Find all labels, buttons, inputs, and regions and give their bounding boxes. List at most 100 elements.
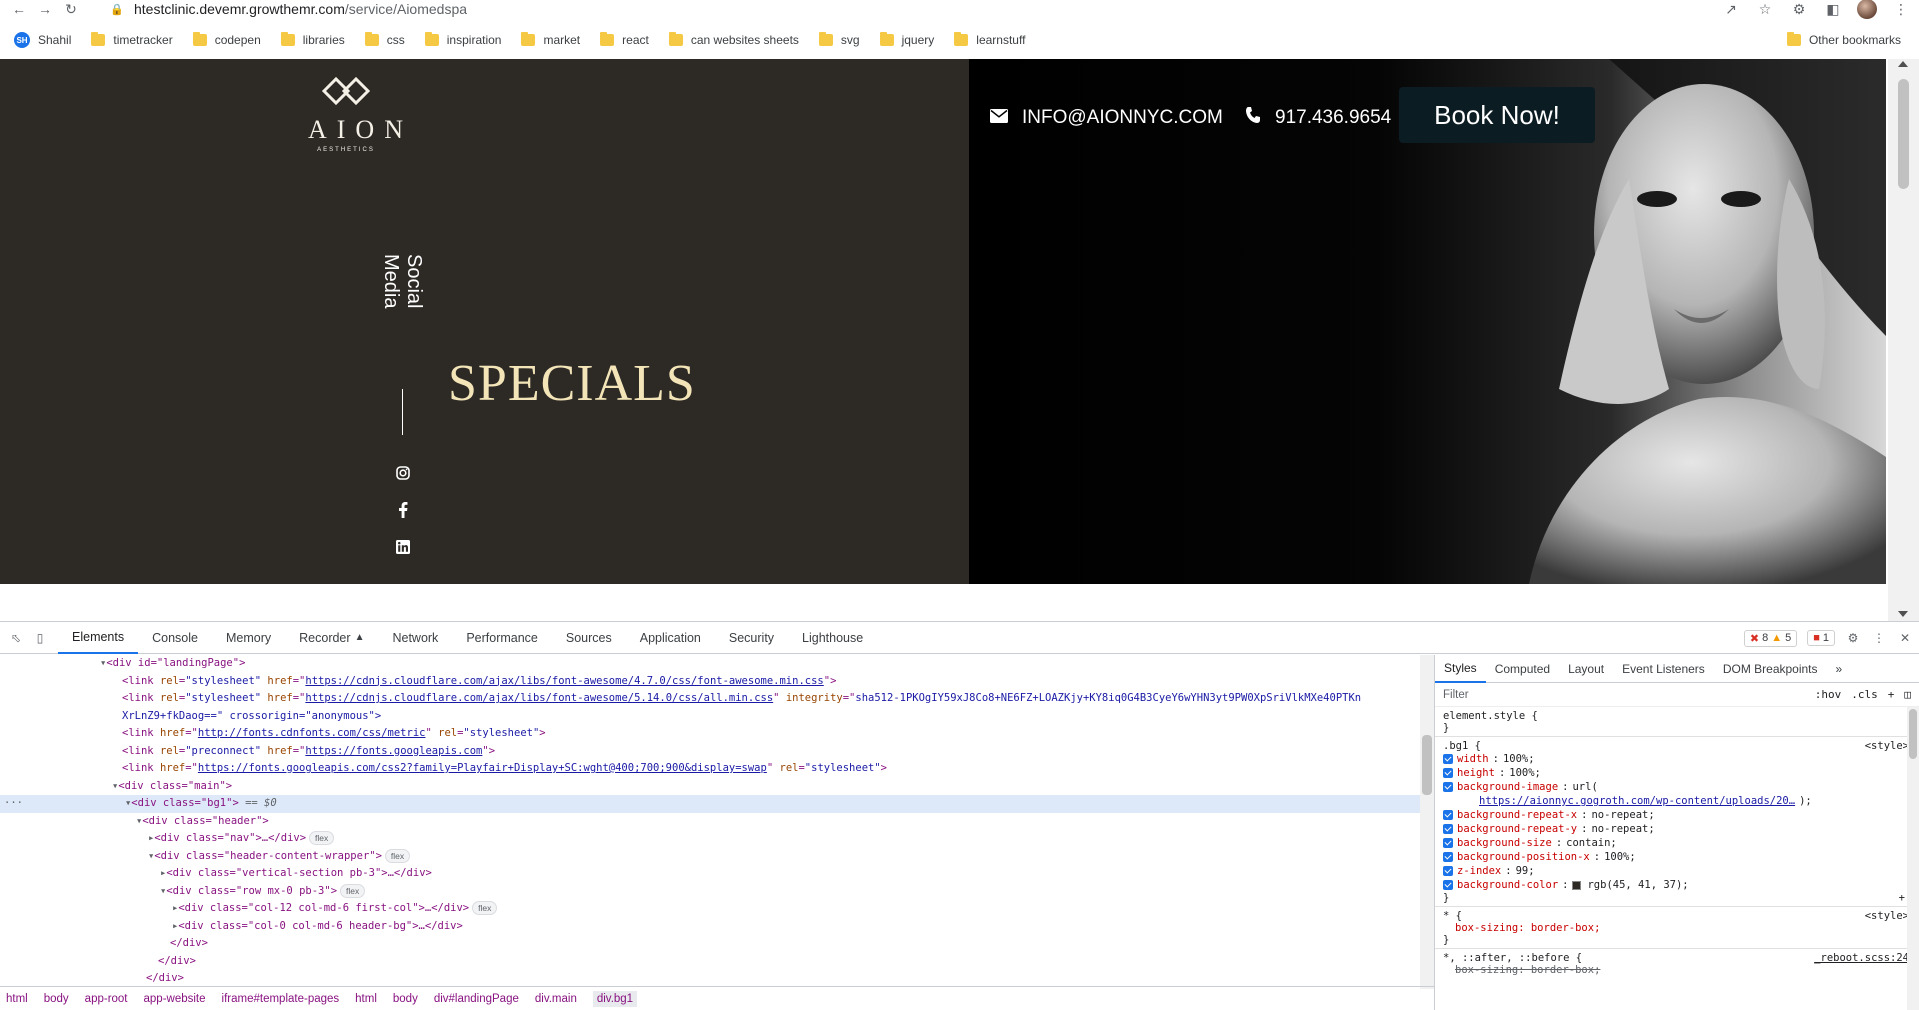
bookmark-libraries[interactable]: libraries (271, 28, 355, 52)
hov-toggle[interactable]: :hov (1815, 688, 1842, 701)
prop-value[interactable]: 100%; (1604, 850, 1636, 864)
dom-link[interactable]: https://fonts.googleapis.com/css2?family… (198, 762, 767, 774)
share-icon[interactable]: ↗ (1721, 0, 1741, 18)
dom-node[interactable]: </div> (0, 935, 1420, 953)
dom-node-selected[interactable]: ··· ▾<div class="bg1"> == $0 (0, 795, 1420, 813)
more-tabs-icon[interactable]: » (1827, 655, 1852, 683)
color-swatch[interactable] (1572, 880, 1582, 890)
prop-checkbox[interactable] (1443, 880, 1453, 890)
prop-name[interactable]: z-index (1457, 864, 1501, 878)
tab-console[interactable]: Console (138, 622, 212, 654)
dom-node[interactable]: XrLnZ9+fkDaog==" crossorigin="anonymous"… (0, 708, 1420, 726)
star-icon[interactable]: ☆ (1755, 0, 1775, 18)
prop-name[interactable]: background-image (1457, 780, 1558, 794)
tab-memory[interactable]: Memory (212, 622, 285, 654)
tab-sources[interactable]: Sources (552, 622, 626, 654)
issues-badge[interactable]: ■ 1 (1807, 630, 1835, 646)
prop-name[interactable]: background-size (1457, 836, 1552, 850)
tab-computed[interactable]: Computed (1486, 655, 1559, 683)
prop-value[interactable]: no-repeat; (1591, 808, 1654, 822)
bookmark-learnstuff[interactable]: learnstuff (944, 28, 1035, 52)
prop-name[interactable]: background-color (1457, 878, 1558, 892)
dom-node[interactable]: ▸<div class="col-12 col-md-6 first-col">… (0, 900, 1420, 918)
scroll-thumb[interactable] (1909, 709, 1917, 759)
bookmark-react[interactable]: react (590, 28, 659, 52)
tab-styles[interactable]: Styles (1435, 655, 1486, 683)
prop-checkbox[interactable] (1443, 768, 1453, 778)
dom-node[interactable]: ▾<div class="row mx-0 pb-3"> flex (0, 883, 1420, 901)
scroll-thumb[interactable] (1898, 79, 1909, 189)
error-warning-badge[interactable]: ✖ 8 ▲ 5 (1743, 629, 1798, 647)
settings-gear-icon[interactable]: ⚙ (1845, 630, 1861, 646)
tab-security[interactable]: Security (715, 622, 788, 654)
crumb-current[interactable]: div.bg1 (592, 990, 638, 1007)
dom-node[interactable]: </div> (0, 953, 1420, 971)
styles-filter[interactable]: Filter :hov .cls + ◫ (1435, 683, 1919, 707)
dom-node[interactable]: <link href="http://fonts.cdnfonts.com/cs… (0, 725, 1420, 743)
prop-value[interactable]: contain; (1566, 836, 1617, 850)
bookmark-svg[interactable]: svg (809, 28, 870, 52)
prop-value[interactable]: no-repeat; (1591, 822, 1654, 836)
rule-selector[interactable]: * { (1443, 910, 1911, 922)
menu-icon[interactable]: ⋮ (1891, 0, 1911, 18)
scroll-thumb[interactable] (1422, 735, 1432, 795)
reload-icon[interactable]: ↻ (62, 0, 80, 18)
prop-checkbox[interactable] (1443, 852, 1453, 862)
dom-link[interactable]: https://cdnjs.cloudflare.com/ajax/libs/f… (305, 692, 773, 704)
close-icon[interactable]: ✕ (1897, 630, 1913, 646)
inspect-element-icon[interactable]: ⬁ (8, 630, 24, 646)
phone-contact[interactable]: 917.436.9654 (1245, 104, 1391, 132)
dom-link[interactable]: https://cdnjs.cloudflare.com/ajax/libs/f… (305, 675, 823, 687)
prop-name[interactable]: background-repeat-y (1457, 822, 1577, 836)
tab-lighthouse[interactable]: Lighthouse (788, 622, 877, 654)
crumb[interactable]: div.main (535, 993, 577, 1005)
elements-scrollbar[interactable] (1420, 655, 1434, 989)
crumb[interactable]: div#landingPage (434, 993, 519, 1005)
tab-application[interactable]: Application (626, 622, 715, 654)
flex-badge[interactable]: flex (472, 901, 498, 915)
dom-node[interactable]: ▾<div id="landingPage"> (0, 655, 1420, 673)
flex-badge[interactable]: flex (309, 831, 335, 845)
tab-event-listeners[interactable]: Event Listeners (1613, 655, 1714, 683)
flex-badge[interactable]: flex (340, 883, 366, 898)
prop-name[interactable]: width (1457, 752, 1489, 766)
prop-name[interactable]: background-position-x (1457, 850, 1590, 864)
forward-icon[interactable]: → (36, 0, 54, 18)
tab-network[interactable]: Network (378, 622, 452, 654)
email-contact[interactable]: INFO@AIONNYC.COM (990, 104, 1223, 132)
prop-value[interactable]: 99; (1516, 864, 1535, 878)
prop-checkbox[interactable] (1443, 810, 1453, 820)
prop-checkbox[interactable] (1443, 782, 1453, 792)
page-scrollbar[interactable] (1888, 59, 1919, 621)
instagram-icon[interactable] (395, 465, 411, 481)
more-icon[interactable]: ··· (4, 797, 23, 809)
dom-node[interactable]: <link rel="preconnect" href="https://fon… (0, 743, 1420, 761)
dom-node[interactable]: <link rel="stylesheet" href="https://cdn… (0, 673, 1420, 691)
computed-sidebar-icon[interactable]: ◫ (1904, 688, 1911, 701)
css-prop[interactable]: box-sizing: border-box; (1443, 922, 1911, 934)
prop-value[interactable]: 100%; (1503, 752, 1535, 766)
side-panel-icon[interactable]: ◧ (1823, 0, 1843, 18)
bookmark-profile[interactable]: SH Shahil (0, 28, 81, 52)
filter-input[interactable]: Filter (1443, 689, 1469, 701)
prop-name[interactable]: height (1457, 766, 1495, 780)
bookmark-timetracker[interactable]: timetracker (81, 28, 182, 52)
bookmark-codepen[interactable]: codepen (183, 28, 271, 52)
dom-node[interactable]: <link href="https://fonts.googleapis.com… (0, 760, 1420, 778)
crumb[interactable]: body (44, 993, 69, 1005)
dom-node[interactable]: ▾<div class="header"> (0, 813, 1420, 831)
crumb[interactable]: iframe#template-pages (222, 993, 340, 1005)
rule-source[interactable]: <style> (1865, 740, 1909, 752)
prop-value[interactable]: url( (1572, 780, 1597, 794)
prop-value[interactable]: rgb(45, 41, 37); (1587, 878, 1688, 892)
rule-selector[interactable]: .bg1 { (1443, 740, 1911, 752)
bookmark-inspiration[interactable]: inspiration (415, 28, 512, 52)
add-rule-icon[interactable]: + (1888, 688, 1895, 701)
prop-checkbox[interactable] (1443, 866, 1453, 876)
bookmark-css[interactable]: css (355, 28, 415, 52)
bookmark-market[interactable]: market (511, 28, 590, 52)
tab-dom-breakpoints[interactable]: DOM Breakpoints (1714, 655, 1827, 683)
dom-node[interactable]: ▸<div class="nav">…</div> flex (0, 830, 1420, 848)
crumb[interactable]: html (355, 993, 377, 1005)
linkedin-icon[interactable] (395, 539, 411, 555)
